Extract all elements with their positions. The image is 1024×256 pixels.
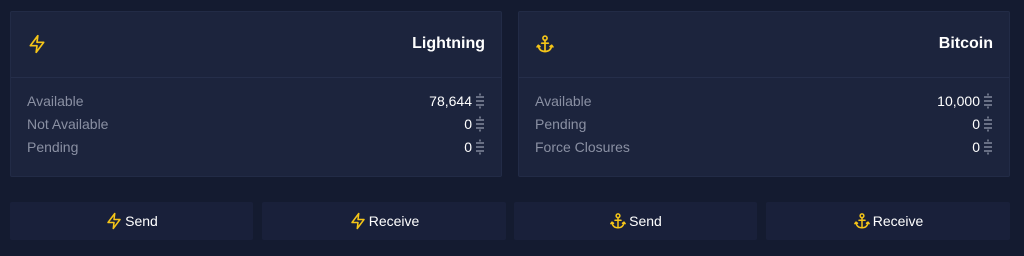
balance-value: 0 xyxy=(972,138,993,156)
lightning-title: Lightning xyxy=(412,35,485,52)
balance-label: Not Available xyxy=(27,116,109,132)
balance-label: Available xyxy=(535,93,592,109)
lightning-card-header: Lightning xyxy=(11,12,501,78)
balance-label: Pending xyxy=(535,116,587,132)
lightning-bolt-icon xyxy=(27,34,47,54)
balance-amount: 0 xyxy=(972,116,980,132)
satoshi-icon xyxy=(476,116,484,132)
anchor-icon xyxy=(535,34,555,54)
balance-label: Pending xyxy=(27,139,79,155)
satoshi-icon xyxy=(476,139,484,155)
balance-row-available: Available 78,644 xyxy=(27,92,485,115)
bitcoin-send-button[interactable]: Send xyxy=(514,202,757,240)
balance-amount: 0 xyxy=(464,116,472,132)
lightning-send-button[interactable]: Send xyxy=(10,202,253,240)
bitcoin-receive-button[interactable]: Receive xyxy=(766,202,1010,240)
lightning-card: Lightning Available 78,644 Not Available… xyxy=(10,11,502,177)
balance-row-available: Available 10,000 xyxy=(535,92,993,115)
lightning-bolt-icon xyxy=(350,212,365,230)
button-label: Receive xyxy=(368,213,420,229)
lightning-bolt-icon xyxy=(107,212,121,230)
bitcoin-card: Bitcoin Available 10,000 Pending 0 Force… xyxy=(518,11,1010,177)
bitcoin-balances: Available 10,000 Pending 0 Force Closure… xyxy=(535,92,993,161)
balance-value: 0 xyxy=(972,115,993,133)
balance-amount: 0 xyxy=(972,139,980,155)
balance-row-pending: Pending 0 xyxy=(535,115,993,138)
balance-value: 0 xyxy=(464,138,485,156)
balance-panel: Lightning Available 78,644 Not Available… xyxy=(0,0,1024,256)
balance-row-force-closures: Force Closures 0 xyxy=(535,138,993,161)
anchor-icon xyxy=(853,213,870,229)
balance-amount: 78,644 xyxy=(429,93,472,109)
balance-label: Available xyxy=(27,93,84,109)
lightning-balances: Available 78,644 Not Available 0 Pending… xyxy=(27,92,485,161)
balance-value: 78,644 xyxy=(429,92,485,110)
satoshi-icon xyxy=(984,93,992,109)
button-label: Send xyxy=(629,213,662,229)
satoshi-icon xyxy=(476,93,484,109)
balance-value: 10,000 xyxy=(937,92,993,110)
button-label: Send xyxy=(125,213,158,229)
button-label: Receive xyxy=(872,213,924,229)
lightning-receive-button[interactable]: Receive xyxy=(262,202,506,240)
bitcoin-card-header: Bitcoin xyxy=(519,12,1009,78)
balance-row-pending: Pending 0 xyxy=(27,138,485,161)
balance-amount: 10,000 xyxy=(937,93,980,109)
satoshi-icon xyxy=(984,116,992,132)
anchor-icon xyxy=(610,213,627,229)
balance-value: 0 xyxy=(464,115,485,133)
bitcoin-title: Bitcoin xyxy=(938,35,993,52)
balance-label: Force Closures xyxy=(535,139,630,155)
balance-amount: 0 xyxy=(464,139,472,155)
satoshi-icon xyxy=(984,139,992,155)
balance-row-not-available: Not Available 0 xyxy=(27,115,485,138)
